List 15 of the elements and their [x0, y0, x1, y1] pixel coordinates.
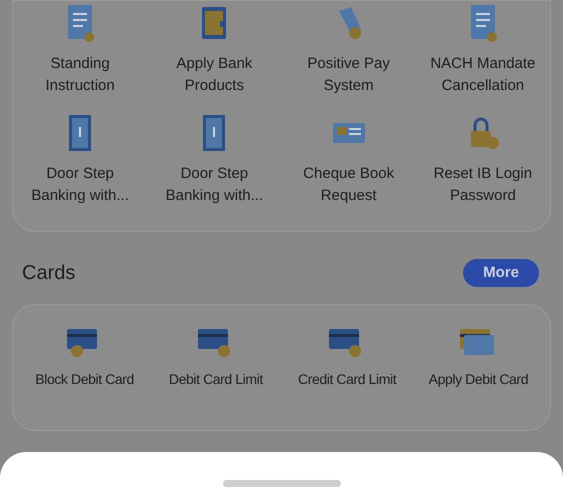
service-label[interactable]: Apply Bank Products	[158, 53, 270, 97]
drag-handle[interactable]	[222, 480, 340, 487]
service-label[interactable]: Cheque Book Request	[292, 163, 405, 207]
section-title: Cards	[22, 261, 76, 286]
service-label[interactable]: Door Step Banking with...	[158, 163, 270, 207]
service-label[interactable]: Standing Instruction	[24, 53, 136, 97]
card-service-label[interactable]: Credit Card Limit	[298, 369, 396, 390]
service-label[interactable]: Door Step Banking with...	[24, 163, 136, 207]
service-label[interactable]: Reset IB Login Password	[426, 163, 539, 207]
card-service-label[interactable]: Apply Debit Card	[428, 369, 528, 390]
card-service-label[interactable]: Debit Card Limit	[168, 369, 263, 390]
service-label[interactable]: NACH Mandate Cancellation	[426, 53, 539, 97]
more-button[interactable]: More	[463, 258, 539, 288]
card-service-label[interactable]: Block Debit Card	[35, 369, 134, 390]
service-label[interactable]: Positive Pay System	[292, 53, 405, 97]
